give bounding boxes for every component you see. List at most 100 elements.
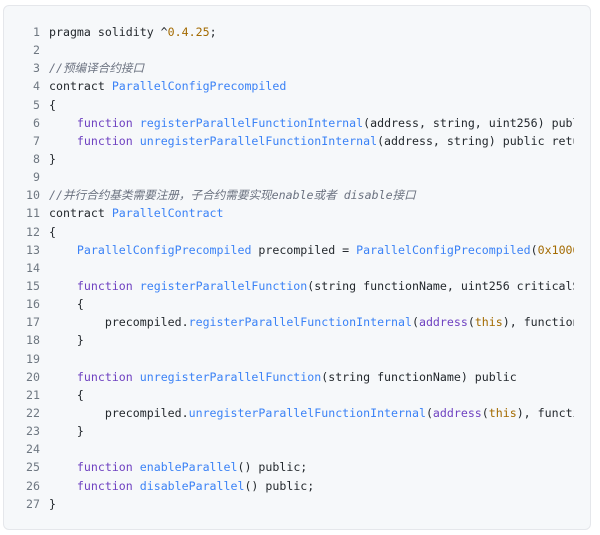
code-token: ( [425, 405, 433, 420]
code-token: } [49, 333, 84, 348]
code-token: disableParallel [139, 478, 245, 493]
code-line: 10 //并行合约基类需要注册，子合约需要实现enable或者 disable接口 [4, 186, 590, 204]
line-code: } [49, 331, 574, 349]
line-code: contract ParallelContract [49, 204, 574, 222]
code-token: unregisterParallelFunctionInternal [139, 133, 378, 148]
code-token: ; [209, 25, 217, 39]
code-token: function [76, 369, 133, 384]
code-token: { [49, 387, 84, 402]
line-code: pragma solidity ^0.4.25; [49, 23, 574, 41]
line-code: } [49, 495, 574, 513]
code-line: 24 [4, 440, 590, 458]
code-line: 27} [4, 495, 590, 513]
code-line: 12 { [4, 223, 590, 241]
code-token: ParallelConfigPrecompiled [111, 79, 287, 94]
code-token: registerParallelFunction [139, 278, 308, 293]
line-number: 25 [26, 460, 40, 475]
line-number: 16 [26, 297, 40, 312]
line-code: function disableParallel() public; [49, 477, 574, 495]
code-token: contract [49, 79, 112, 94]
line-number: 11 [26, 206, 40, 221]
code-token: ( [411, 315, 419, 330]
code-token: precompiled = [251, 242, 357, 257]
line-number: 26 [26, 478, 40, 493]
code-token: { [49, 97, 56, 112]
line-code: function registerParallelFunctionInterna… [49, 114, 574, 132]
line-code: function unregisterParallelFunctionInter… [49, 132, 574, 150]
line-number: 3 [33, 61, 40, 76]
line-number: 20 [26, 369, 40, 384]
code-line: 17 precompiled.registerParallelFunctionI… [4, 313, 590, 331]
code-token: registerParallelFunctionInternal [139, 115, 364, 130]
line-number: 5 [33, 97, 40, 112]
code-token: precompiled. [49, 405, 189, 420]
code-token: function [76, 115, 133, 130]
line-number: 27 [26, 496, 40, 511]
code-block: 1 pragma solidity ^0.4.25; 2 3//预编译合约接口 4 con… [3, 5, 591, 530]
line-code: { [49, 386, 574, 404]
code-token: (address, string, uint256) public r [363, 115, 574, 130]
code-lines: 1 pragma solidity ^0.4.25; 2 3//预编译合约接口 4 con… [4, 23, 590, 513]
line-code: function enableParallel() public; [49, 458, 574, 476]
line-number: 13 [26, 242, 40, 257]
line-number: 17 [26, 315, 40, 330]
code-token: (string functionName, uint256 criticalSi… [307, 278, 574, 293]
code-token: ( [530, 242, 538, 257]
code-token: //并行合约基类需要注册，子合约需要实现enable或者 disable接口 [49, 188, 416, 203]
line-code: { [49, 96, 574, 114]
code-token: address [418, 315, 468, 330]
code-token: ParallelConfigPrecompiled [356, 242, 531, 257]
code-line: 18 } [4, 331, 590, 349]
code-token: } [49, 151, 56, 166]
code-token: ( [481, 405, 489, 420]
line-code: { [49, 295, 574, 313]
line-code: precompiled.registerParallelFunctionInte… [49, 313, 574, 331]
line-code: //并行合约基类需要注册，子合约需要实现enable或者 disable接口 [49, 186, 574, 204]
code-line: 23 } [4, 422, 590, 440]
code-token: ParallelContract [111, 206, 224, 221]
line-code: } [49, 422, 574, 440]
code-token: contract [49, 206, 112, 221]
code-token: function [76, 278, 133, 293]
code-line: 1 pragma solidity ^0.4.25; [4, 23, 590, 41]
line-number: 2 [33, 43, 40, 58]
code-token: unregisterParallelFunctionInternal [188, 405, 426, 420]
code-line: 5{ [4, 96, 590, 114]
code-token: } [49, 496, 56, 511]
code-line: 26 function disableParallel() public; [4, 477, 590, 495]
code-line: 14 [4, 259, 590, 277]
line-number: 23 [26, 424, 40, 439]
code-token: this [474, 315, 503, 330]
code-token: function [76, 478, 133, 493]
code-line: 8} [4, 150, 590, 168]
line-number: 4 [33, 79, 40, 94]
line-number: 24 [26, 442, 40, 457]
code-line: 20 function unregisterParallelFunction(s… [4, 368, 590, 386]
code-token: unregisterParallelFunction [139, 369, 322, 384]
code-line: 19 [4, 350, 590, 368]
code-token: ( [467, 315, 475, 330]
line-number: 8 [33, 151, 40, 166]
code-line: 6 function registerParallelFunctionInter… [4, 114, 590, 132]
code-token: } [49, 424, 84, 439]
code-token: precompiled. [49, 315, 189, 330]
code-line: 9 [4, 168, 590, 186]
code-token: function [76, 133, 133, 148]
code-token: (address, string) public returns [377, 133, 574, 148]
code-token: () public; [237, 460, 308, 475]
line-number: 19 [26, 351, 40, 366]
code-token: 0x1006 [537, 242, 574, 257]
line-code: { [49, 223, 574, 241]
code-line: 3 //预编译合约接口 [4, 59, 590, 77]
